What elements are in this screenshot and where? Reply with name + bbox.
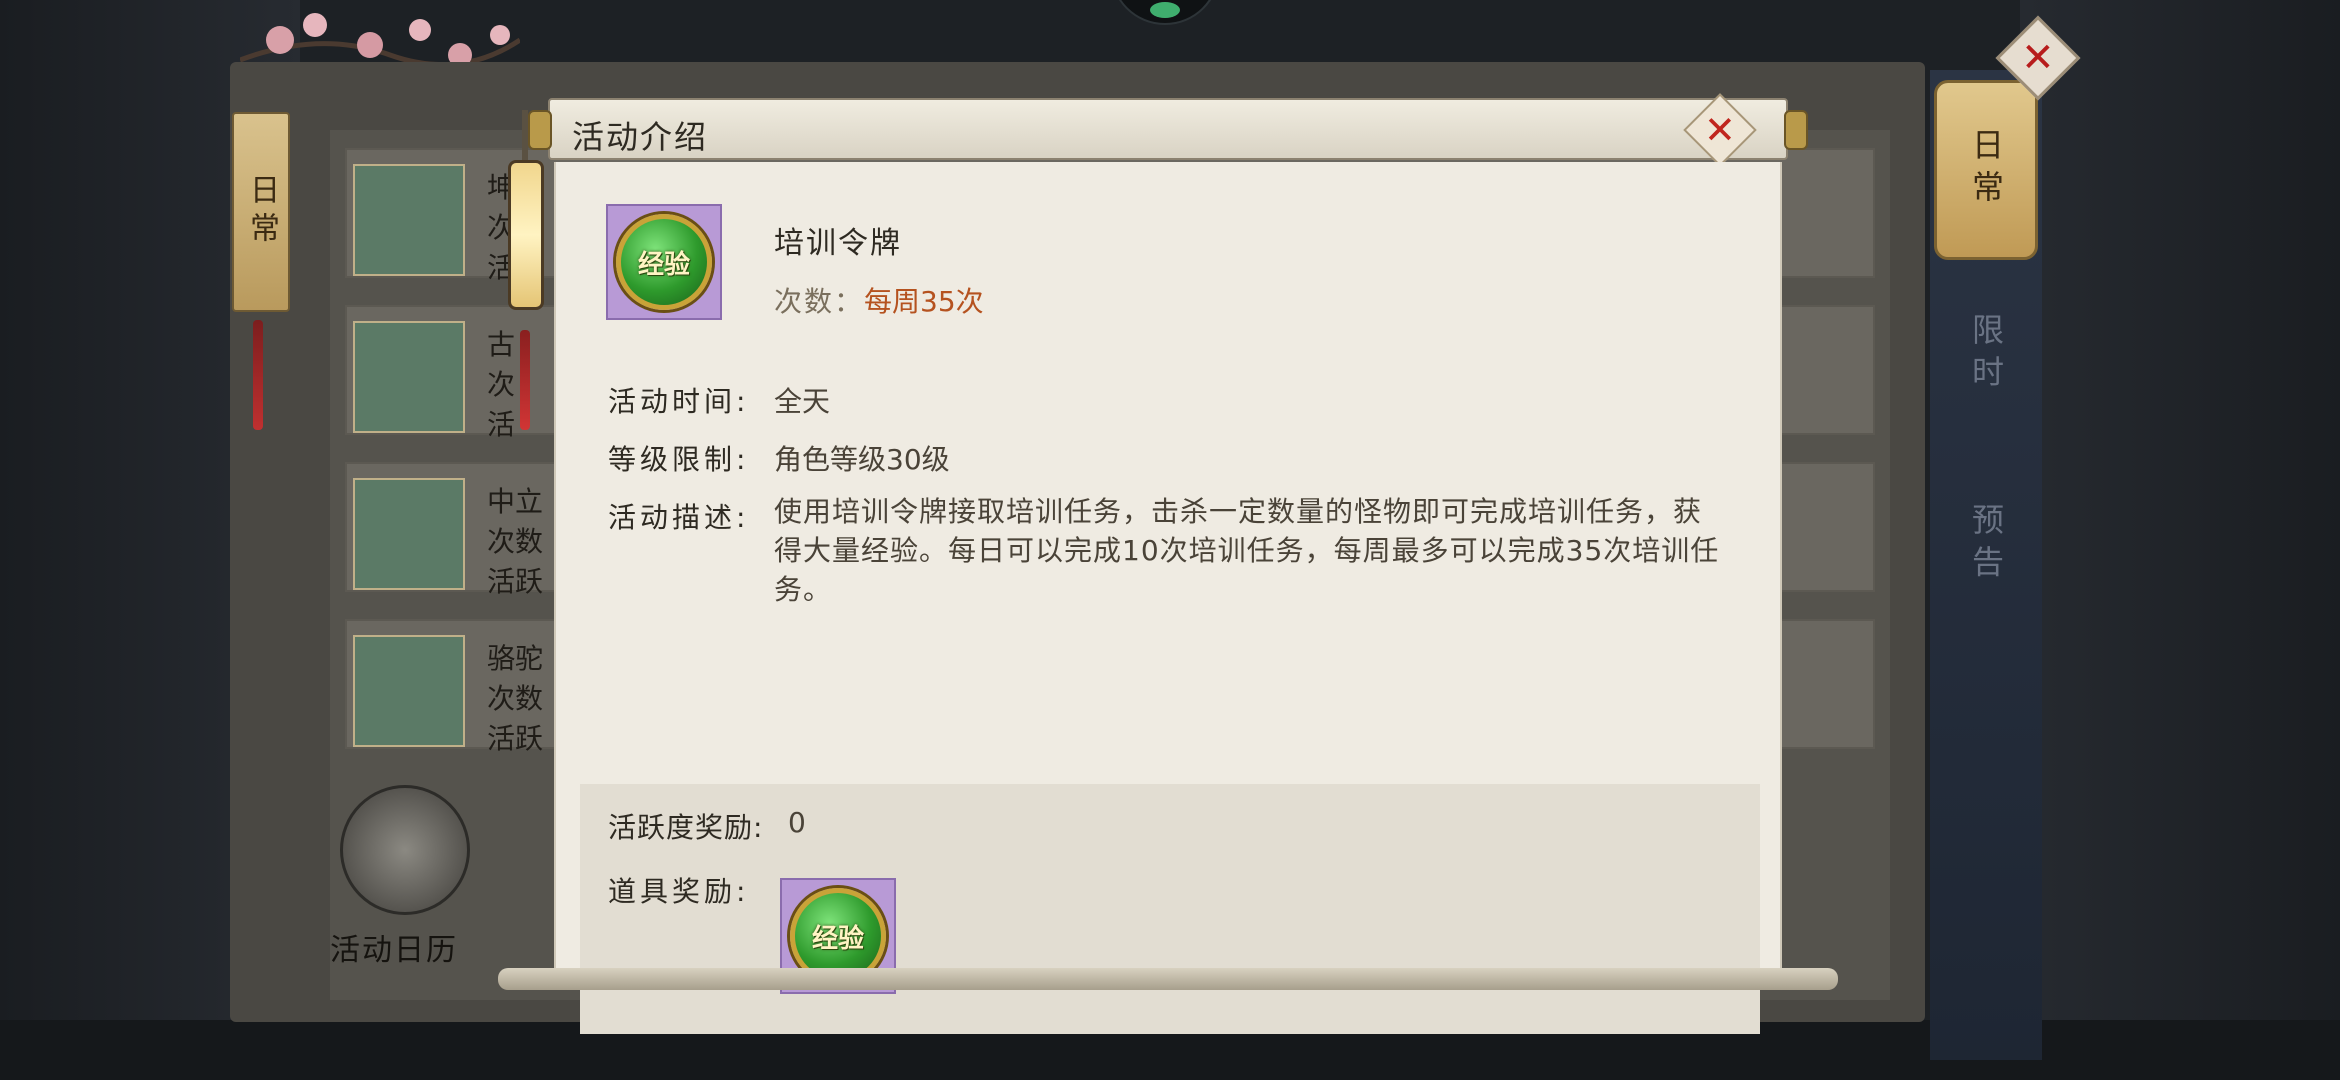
desc-value: 使用培训令牌接取培训任务，击杀一定数量的怪物即可完成培训任务，获得大量经验。每日… (774, 495, 1720, 606)
scroll-cap-left (528, 110, 552, 150)
level-label: 等级限制: (608, 443, 750, 476)
reward-section: 活跃度奖励: 0 道具奖励: 经验 (580, 784, 1760, 1034)
activity-row-text: 古次活 (487, 328, 516, 441)
activity-row-text: 骆驼 次数 活跃 (487, 642, 544, 755)
item-name: 培训令牌 (774, 226, 902, 261)
close-icon: ✕ (2021, 34, 2055, 81)
orb-label: 经验 (637, 249, 690, 280)
activity-calendar-icon[interactable] (340, 785, 470, 915)
lantern-tassel (520, 330, 530, 430)
time-value: 全天 (774, 385, 831, 418)
activity-icon (353, 164, 465, 276)
tab-limited-label: 限时 (1967, 313, 2005, 397)
left-tassel-decoration (253, 320, 263, 430)
activity-calendar-label: 活动日历 (330, 933, 458, 968)
left-tab-label: 日常 (244, 174, 279, 250)
activity-icon (353, 635, 465, 747)
tab-preview[interactable]: 预告 (1934, 470, 2038, 620)
activity-icon (353, 321, 465, 433)
tab-daily-label: 日常 (1967, 128, 2005, 212)
dialog-body: 经验 培训令牌 次数：每周35次 活动时间: 全天 等级限制: 角色等级30级 … (554, 162, 1782, 1034)
item-reward-label: 道具奖励: (608, 875, 750, 908)
item-icon[interactable]: 经验 (606, 204, 722, 320)
dialog-title: 活动介绍 (572, 118, 709, 156)
level-value: 角色等级30级 (774, 443, 950, 476)
activity-row-text: 中立 次数 活跃 (487, 485, 544, 598)
experience-orb-icon: 经验 (616, 214, 712, 310)
dialog-header: 活动介绍 ✕ (548, 93, 1788, 167)
scroll-bottom-rod (498, 968, 1838, 990)
scroll-cap-right (1784, 110, 1808, 150)
background-right (2020, 0, 2340, 1080)
count-value: 每周35次 (864, 285, 984, 318)
tab-limited[interactable]: 限时 (1934, 280, 2038, 430)
tab-preview-label: 预告 (1967, 503, 2005, 587)
desc-label: 活动描述: (608, 501, 750, 534)
activity-intro-dialog: 活动介绍 ✕ 经验 培训令牌 次数：每周35次 活动时间: 全天 等级限制: 角… (498, 93, 1838, 1034)
item-count: 次数：每周35次 (774, 280, 984, 320)
activity-icon (353, 478, 465, 590)
lantern-decoration (508, 160, 544, 310)
tab-daily[interactable]: 日常 (1934, 80, 2038, 260)
count-label: 次数： (774, 285, 865, 318)
top-jade-ornament (1110, 0, 1220, 25)
close-icon: ✕ (1704, 108, 1736, 152)
left-tab-daily[interactable]: 日常 (232, 112, 290, 312)
activity-reward-value: 0 (788, 806, 806, 839)
time-label: 活动时间: (608, 385, 750, 418)
activity-reward-label: 活跃度奖励: (608, 811, 764, 844)
dialog-close-button[interactable]: ✕ (1683, 93, 1757, 167)
orb-label: 经验 (811, 923, 864, 954)
